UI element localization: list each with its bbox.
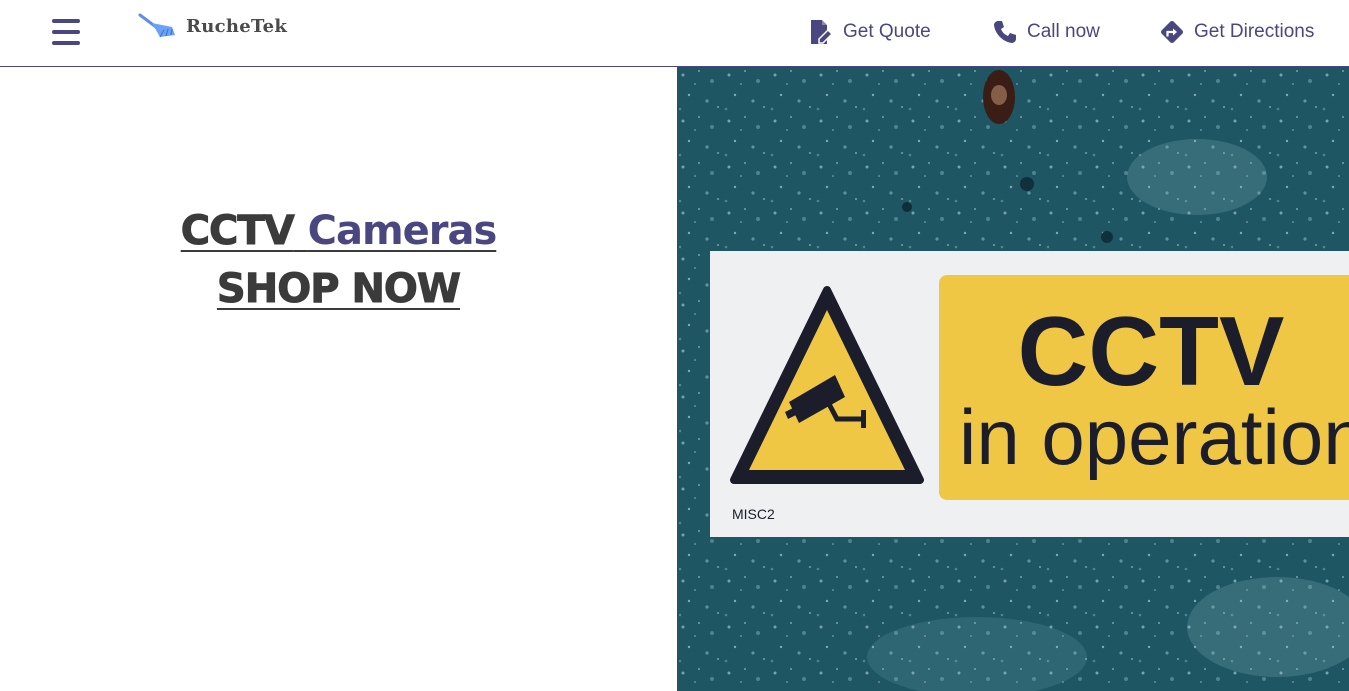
get-directions-label: Get Directions: [1194, 21, 1315, 42]
call-now-link[interactable]: Call now: [992, 18, 1100, 46]
directions-icon: [1159, 19, 1185, 45]
menu-bar: [52, 19, 80, 23]
cctv-sign-photo: CCTV in operation MISC2: [677, 67, 1349, 691]
get-quote-link[interactable]: Get Quote: [808, 18, 931, 46]
get-directions-link[interactable]: Get Directions: [1159, 18, 1314, 46]
get-quote-label: Get Quote: [843, 21, 931, 42]
phone-icon: [992, 19, 1018, 45]
hero-title-link[interactable]: CCTV Cameras: [180, 208, 498, 255]
menu-icon[interactable]: [52, 18, 80, 46]
brand-name: RucheTek: [186, 15, 288, 37]
shop-now-label: SHOP NOW: [216, 266, 461, 313]
hero-text-panel: CCTV Cameras SHOP NOW: [0, 67, 677, 691]
cctv-warning-sign: CCTV in operation MISC2: [710, 251, 1349, 537]
sign-line-operation: in operation: [959, 393, 1349, 481]
menu-bar: [52, 41, 80, 45]
quote-icon: [808, 19, 834, 45]
sign-code: MISC2: [732, 506, 775, 522]
hero-heading[interactable]: CCTV Cameras SHOP NOW: [0, 202, 677, 318]
sign-line-cctv: CCTV: [1018, 296, 1285, 406]
menu-bar: [52, 30, 80, 34]
logo-broom-icon: [138, 13, 175, 38]
call-now-label: Call now: [1027, 21, 1100, 42]
site-header: RucheTek Get Quote Call now Get Directio…: [0, 0, 1349, 67]
site-logo[interactable]: RucheTek: [138, 12, 287, 40]
hero-title-cctv: CCTV: [180, 208, 295, 255]
shop-now-link[interactable]: SHOP NOW: [216, 266, 461, 313]
hero-title-cameras: Cameras: [307, 208, 498, 254]
